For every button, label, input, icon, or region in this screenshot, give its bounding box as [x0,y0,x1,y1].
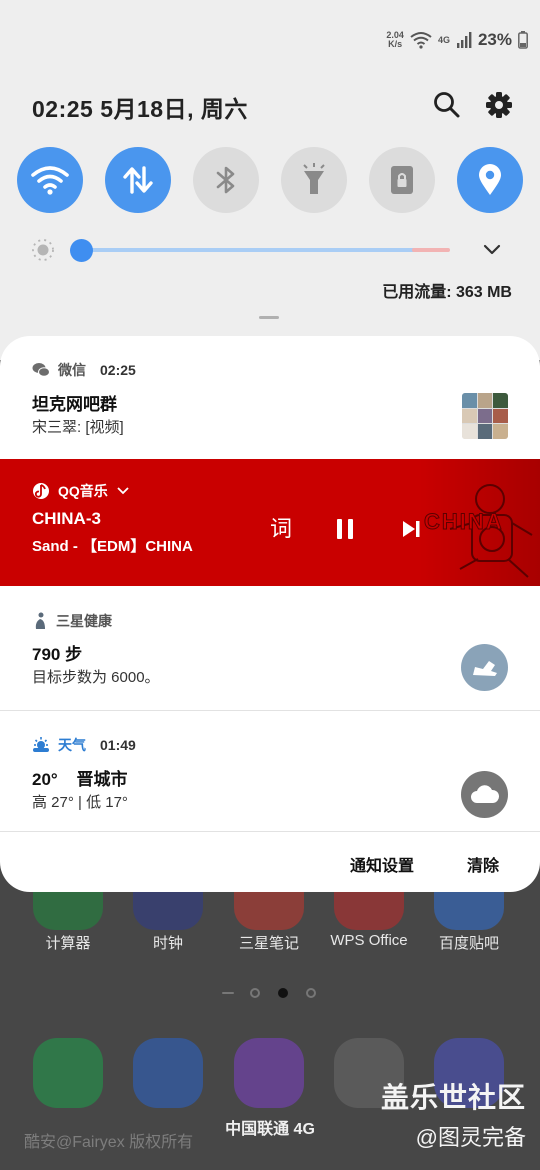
home-page-icon [250,988,260,998]
notification-panel: 微信 02:25 坦克网吧群 宋三翠: [视频] QQ音乐 CHINA-3 Sa… [0,336,540,892]
notification-text: 目标步数为 6000。 [32,669,160,686]
location-pin-icon [479,164,501,195]
chevron-down-icon[interactable] [116,486,130,496]
lock-icon [391,166,413,194]
pause-icon[interactable] [334,517,356,541]
group-avatar [462,393,508,439]
brightness-track [84,248,449,252]
wifi-icon [31,166,69,195]
toggle-bluetooth[interactable] [193,147,259,213]
notification-title: 坦克网吧群 [32,395,117,414]
flashlight-icon [303,163,325,194]
app-label: 三星笔记 [238,935,299,952]
search-icon[interactable] [432,90,462,120]
app-name: 三星健康 [56,613,112,629]
battery-icon [518,31,528,49]
notification-text: 宋三翠: [视频] [32,419,124,436]
cloud-icon [470,784,499,803]
brightness-control [30,236,510,264]
page-dot-active [278,988,288,998]
shoe-icon [472,660,497,676]
song-artist: Sand - 【EDM】CHINA [32,538,193,555]
notification-music-player[interactable]: QQ音乐 CHINA-3 Sand - 【EDM】CHINA 词 CHINA [0,459,540,586]
brightness-icon [32,239,54,261]
song-title: CHINA-3 [32,509,101,528]
clear-notifications-button[interactable]: 清除 [467,852,499,876]
toggle-location[interactable] [457,147,523,213]
toggle-mobile-data[interactable] [105,147,171,213]
app-label: 百度贴吧 [438,935,499,952]
lyrics-button[interactable]: 词 [270,511,292,543]
notification-title: 790 步 [32,645,83,664]
chevron-down-icon[interactable] [482,243,502,257]
app-label: WPS Office [330,932,408,949]
notification-app-row: QQ音乐 [32,481,130,501]
status-bar: 2.04 K/s 4G 23% [386,28,528,52]
weather-condition-badge[interactable] [461,771,508,818]
network-speed: 2.04 K/s [386,31,404,49]
toggle-wifi[interactable] [17,147,83,213]
quick-toggles [17,147,523,213]
weather-title: 20° 晋城市 [32,765,127,790]
watermark-author: @图灵完备 [415,1125,526,1150]
notification-app-row: 微信 02:25 [32,360,136,380]
qq-music-icon [33,483,49,499]
panel-drag-handle[interactable] [259,316,279,319]
bluetooth-icon [216,166,235,194]
data-arrows-icon [123,166,153,194]
gear-icon[interactable] [484,90,514,120]
notification-settings-button[interactable]: 通知设置 [350,852,414,876]
album-art-text: CHINA [424,509,504,535]
app-label: 时钟 [152,935,183,952]
watermark-left: 酷安@Fairyex 版权所有 [24,1134,194,1151]
signal-icon [456,32,472,48]
network-type-label: 4G [437,35,450,45]
notification-app-row: 天气 01:49 [32,735,136,755]
brightness-slider-knob[interactable] [70,239,93,262]
toggle-flashlight[interactable] [281,147,347,213]
phone-icon[interactable] [33,1038,103,1108]
health-runner-icon [35,612,45,629]
notification-time: 02:25 [100,362,136,378]
camera-icon[interactable] [234,1038,304,1108]
date-time: 02:25 5月18日, 周六 [32,96,248,122]
app-name: QQ音乐 [58,483,108,499]
app-label: 计算器 [45,935,91,952]
notification-wechat[interactable]: 微信 02:25 坦克网吧群 宋三翠: [视频] [0,336,540,459]
data-usage: 已用流量: 363 MB [382,284,512,301]
temperature-range: 高 27° | 低 17° [32,794,128,811]
album-art: CHINA [420,459,540,586]
notification-samsung-health[interactable]: 三星健康 790 步 目标步数为 6000。 [0,586,540,710]
toggle-screen-lock[interactable] [369,147,435,213]
app-name: 微信 [58,362,86,378]
divider [0,831,540,832]
skip-next-icon[interactable] [400,518,422,540]
wifi-status-icon [410,32,432,49]
page-dot [222,992,234,994]
battery-percent: 23% [477,30,512,49]
notification-app-row: 三星健康 [32,611,112,631]
brightness-track-limit [412,248,450,252]
speed-unit: K/s [388,39,403,49]
shoe-button[interactable] [461,644,508,691]
temperature: 20° [32,770,58,789]
quick-panel: 2.04 K/s 4G 23% 02:25 5月18日, 周六 已用流量: 36… [0,0,540,360]
weather-sun-cloud-icon [33,737,49,752]
page-dot [306,988,316,998]
wechat-icon [32,363,50,377]
notification-time: 01:49 [100,737,136,753]
city: 晋城市 [76,770,128,789]
app-name: 天气 [58,737,86,753]
messages-icon[interactable] [133,1038,203,1108]
page-indicator [222,988,322,1002]
watermark-community: 盖乐世社区 [380,1082,526,1113]
notification-weather[interactable]: 天气 01:49 20° 晋城市 高 27° | 低 17° [0,711,540,831]
